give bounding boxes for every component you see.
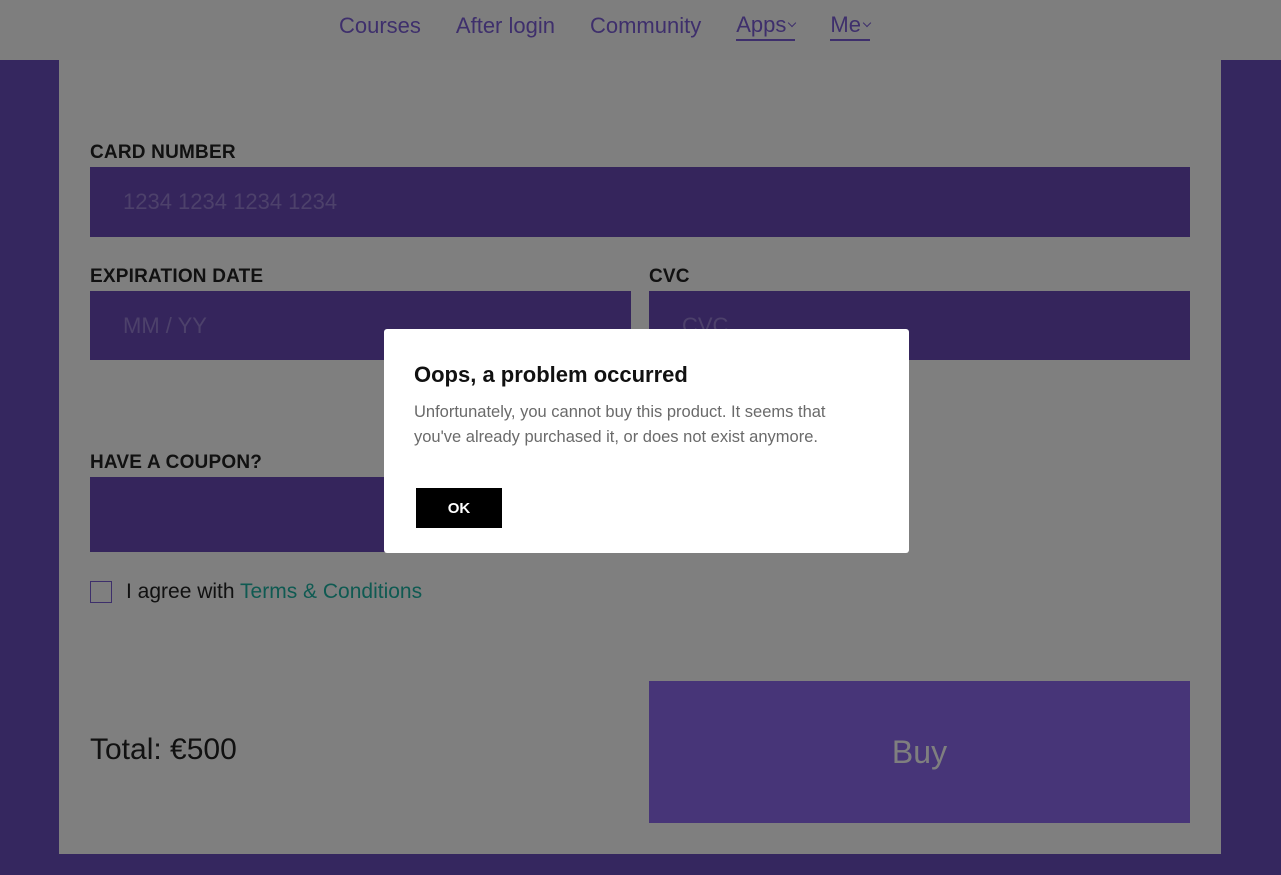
dialog-title: Oops, a problem occurred <box>414 362 688 387</box>
error-dialog: Oops, a problem occurred Unfortunately, … <box>384 329 909 553</box>
dialog-message: Unfortunately, you cannot buy this produ… <box>414 403 826 446</box>
ok-button[interactable]: OK <box>416 488 502 528</box>
